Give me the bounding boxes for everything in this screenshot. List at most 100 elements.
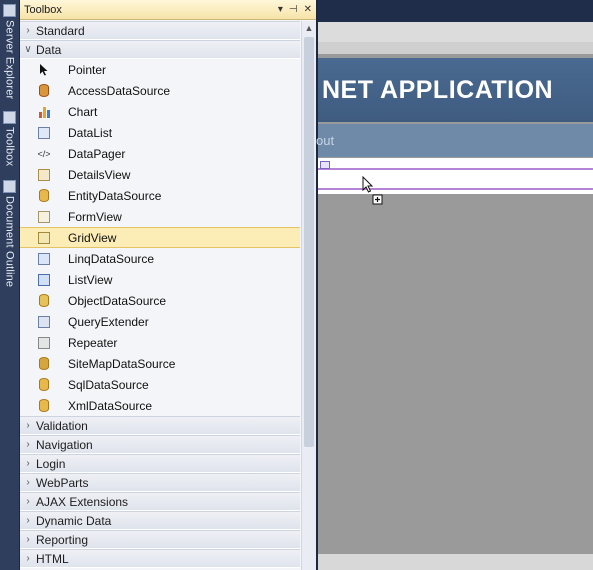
chevron-right-icon: ›: [26, 458, 30, 469]
designer-top-bar: [318, 22, 593, 42]
group-label: Validation: [36, 418, 88, 433]
group-label: Login: [36, 456, 66, 471]
group-ajax-extensions[interactable]: › AJAX Extensions: [20, 492, 300, 511]
entity-datasource-icon: [37, 189, 51, 203]
toolbox-item-label: Repeater: [68, 335, 118, 350]
toolbox-item-formview[interactable]: FormView: [20, 206, 300, 227]
queryextender-icon: [37, 315, 51, 329]
sitemap-datasource-icon: [37, 357, 51, 371]
toolbox-item-label: SqlDataSource: [68, 377, 149, 392]
nav-item-about[interactable]: out: [316, 133, 334, 148]
app-title: NET APPLICATION: [322, 75, 554, 104]
group-login[interactable]: › Login: [20, 454, 300, 473]
chart-icon: [37, 105, 51, 119]
detailsview-icon: [37, 168, 51, 182]
toolbox-scrollbar[interactable]: ▲: [301, 21, 316, 570]
toolbox-icon: [3, 111, 16, 124]
control-glyph-icon: [320, 161, 330, 169]
toolbox-item-linqdatasource[interactable]: LinqDataSource: [20, 248, 300, 269]
dropdown-icon[interactable]: ▾: [278, 4, 283, 15]
group-dynamic-data[interactable]: › Dynamic Data: [20, 511, 300, 530]
toolbox-item-entitydatasource[interactable]: EntityDataSource: [20, 185, 300, 206]
chevron-right-icon: ›: [26, 515, 30, 526]
sql-datasource-icon: [37, 378, 51, 392]
toolbox-item-accessdatasource[interactable]: AccessDataSource: [20, 80, 300, 101]
group-label: Dynamic Data: [36, 513, 112, 528]
toolbox-item-pointer[interactable]: Pointer: [20, 59, 300, 80]
chevron-right-icon: ›: [26, 553, 30, 564]
toolbox-item-label: XmlDataSource: [68, 398, 153, 413]
group-html[interactable]: › HTML: [20, 549, 300, 568]
dock-tab-toolbox[interactable]: Toolbox: [1, 107, 18, 166]
group-data[interactable]: ∨ Data: [20, 40, 300, 59]
group-label: Reporting: [36, 532, 89, 547]
group-standard[interactable]: › Standard: [20, 21, 300, 40]
listview-icon: [37, 273, 51, 287]
app-header: NET APPLICATION: [318, 58, 593, 122]
access-datasource-icon: [37, 84, 51, 98]
object-datasource-icon: [37, 294, 51, 308]
group-label: WebParts: [36, 475, 89, 490]
toolbox-item-objectdatasource[interactable]: ObjectDataSource: [20, 290, 300, 311]
chevron-right-icon: ›: [26, 25, 30, 36]
toolbox-titlebar[interactable]: Toolbox ▾ ⊣ ✕: [20, 0, 316, 20]
toolbox-item-sqldatasource[interactable]: SqlDataSource: [20, 374, 300, 395]
toolbox-item-detailsview[interactable]: DetailsView: [20, 164, 300, 185]
toolbox-item-label: LinqDataSource: [68, 251, 155, 266]
designer-gap: [318, 42, 593, 54]
toolbox-item-repeater[interactable]: Repeater: [20, 332, 300, 353]
drag-cursor-icon: [362, 175, 384, 213]
chevron-right-icon: ›: [26, 439, 30, 450]
linq-datasource-icon: [37, 252, 51, 266]
group-label: Data: [36, 42, 62, 57]
toolbox-item-label: FormView: [68, 209, 122, 224]
dock-tab-document-outline[interactable]: Document Outline: [1, 176, 18, 287]
toolbox-item-label: ObjectDataSource: [68, 293, 167, 308]
toolbox-item-label: DataList: [68, 125, 113, 140]
toolbox-item-label: DataPager: [68, 146, 126, 161]
chevron-right-icon: ›: [26, 477, 30, 488]
toolbox-item-label: EntityDataSource: [68, 188, 162, 203]
scrollbar-thumb[interactable]: [304, 37, 314, 447]
scroll-up-icon[interactable]: ▲: [302, 21, 316, 35]
toolbox-item-queryextender[interactable]: QueryExtender: [20, 311, 300, 332]
group-label: Standard: [36, 23, 85, 38]
toolbox-item-label: Pointer: [68, 62, 107, 77]
designer-surface[interactable]: NET APPLICATION out: [316, 0, 593, 570]
server-icon: [3, 4, 16, 17]
group-label: Navigation: [36, 437, 93, 452]
toolbox-item-chart[interactable]: Chart: [20, 101, 300, 122]
toolbox-item-label: ListView: [68, 272, 113, 287]
repeater-icon: [37, 336, 51, 350]
toolbox-item-label: Chart: [68, 104, 98, 119]
datapager-icon: </>: [37, 148, 51, 159]
group-webparts[interactable]: › WebParts: [20, 473, 300, 492]
dock-tab-label: Document Outline: [3, 196, 16, 288]
selection-border-bottom: [318, 188, 593, 190]
group-label: AJAX Extensions: [36, 494, 129, 509]
toolbox-item-sitemapdatasource[interactable]: SiteMapDataSource: [20, 353, 300, 374]
outline-icon: [3, 180, 16, 193]
pin-icon[interactable]: ⊣: [289, 4, 298, 15]
toolbox-item-listview[interactable]: ListView: [20, 269, 300, 290]
toolbox-item-xmldatasource[interactable]: XmlDataSource: [20, 395, 300, 416]
toolbox-item-datalist[interactable]: DataList: [20, 122, 300, 143]
toolbox-item-label: DetailsView: [68, 167, 131, 182]
close-icon[interactable]: ✕: [304, 4, 312, 15]
datalist-icon: [37, 126, 51, 140]
toolbox-item-label: QueryExtender: [68, 314, 149, 329]
dock-tab-label: Toolbox: [3, 127, 16, 167]
toolbox-panel: Toolbox ▾ ⊣ ✕ › Standard ∨ Data Pointer …: [20, 0, 318, 570]
chevron-right-icon: ›: [26, 534, 30, 545]
toolbox-item-datapager[interactable]: </> DataPager: [20, 143, 300, 164]
group-navigation[interactable]: › Navigation: [20, 435, 300, 454]
dock-strip: Server Explorer Toolbox Document Outline: [0, 0, 20, 570]
group-validation[interactable]: › Validation: [20, 416, 300, 435]
dock-tab-server-explorer[interactable]: Server Explorer: [1, 0, 18, 99]
toolbox-item-label: SiteMapDataSource: [68, 356, 176, 371]
nav-bar: out: [316, 124, 593, 157]
chevron-right-icon: ›: [26, 420, 30, 431]
dock-tab-label: Server Explorer: [3, 20, 16, 100]
group-reporting[interactable]: › Reporting: [20, 530, 300, 549]
toolbox-item-gridview[interactable]: GridView: [20, 227, 300, 248]
